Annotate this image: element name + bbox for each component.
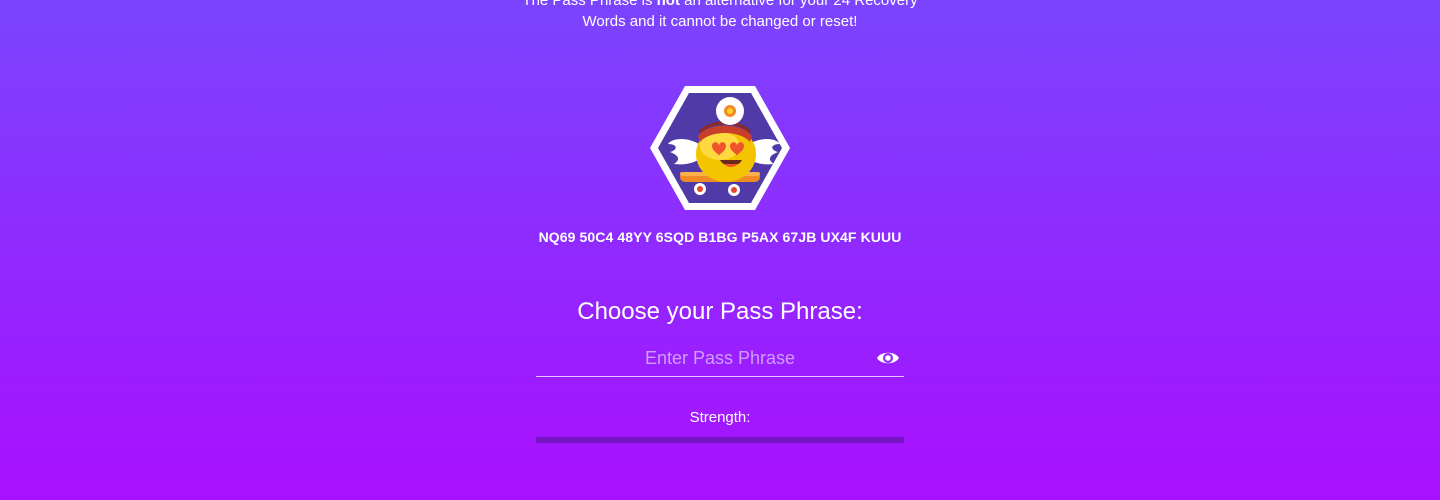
notice-text: The Pass Phrase is xyxy=(522,0,657,9)
notice-line-1: The Pass Phrase is not an alternative fo… xyxy=(0,0,1440,11)
pass-phrase-notice: The Pass Phrase is not an alternative fo… xyxy=(0,0,1440,32)
notice-line-2: Words and it cannot be changed or reset! xyxy=(582,13,858,30)
strength-label: Strength: xyxy=(689,409,751,426)
wallet-address: NQ69 50C4 48YY 6SQD B1BG P5AX 67JB UX4F … xyxy=(538,229,902,245)
eye-icon[interactable] xyxy=(876,348,900,368)
pass-phrase-field xyxy=(536,341,904,377)
identicon-avatar-icon xyxy=(650,86,790,210)
avatar xyxy=(650,84,790,212)
choose-pass-phrase-title: Choose your Pass Phrase: xyxy=(577,298,863,325)
notice-emphasis: not xyxy=(656,0,680,9)
notice-text: an alternative for your 24 Recovery xyxy=(679,0,918,9)
strength-meter xyxy=(536,437,904,443)
pass-phrase-input[interactable] xyxy=(536,341,904,375)
